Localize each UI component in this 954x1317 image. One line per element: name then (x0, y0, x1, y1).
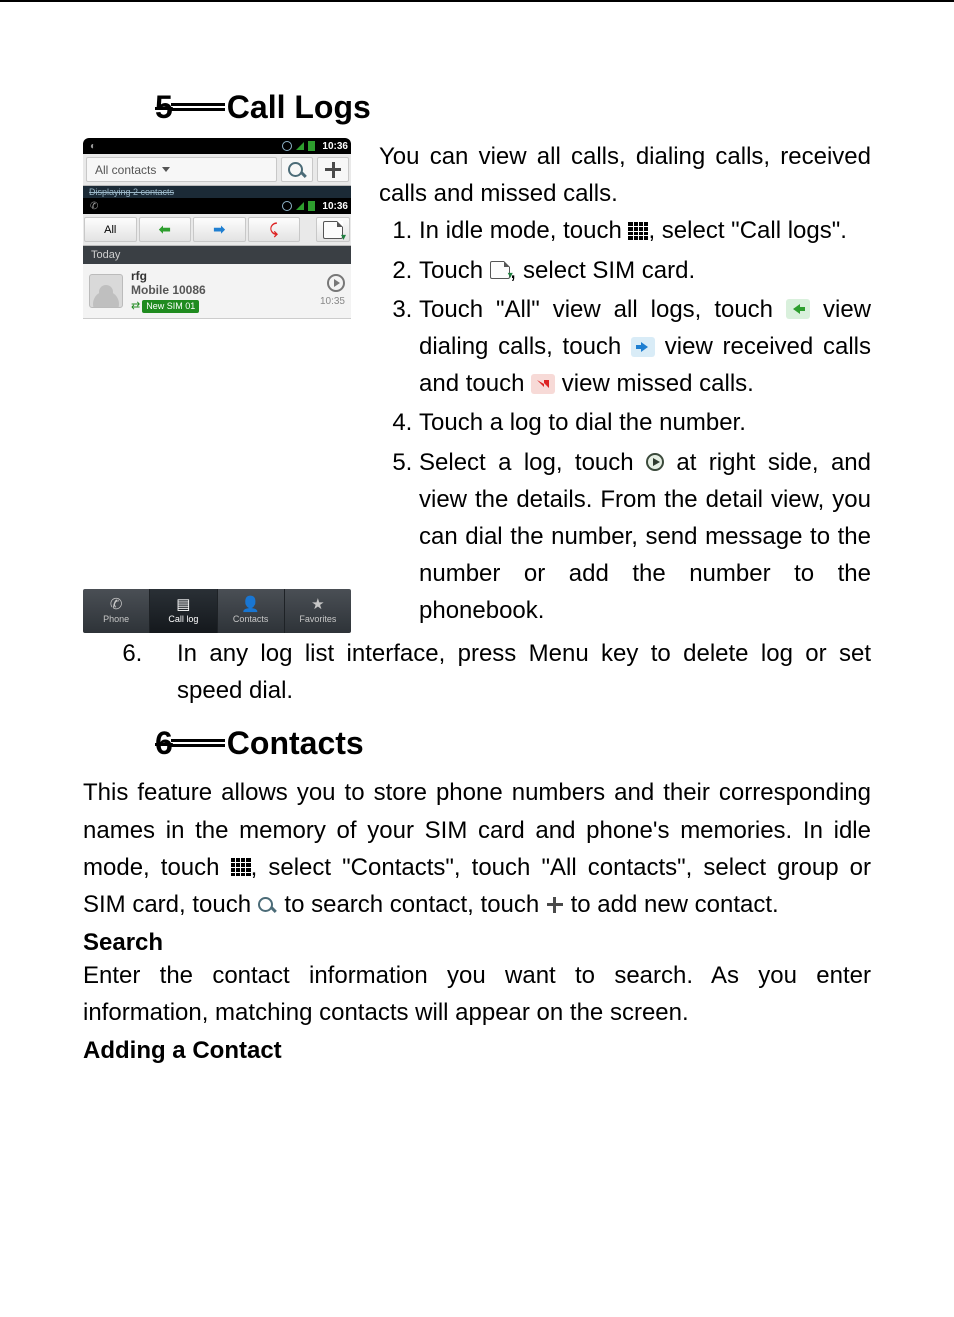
step-2-text-a: Touch (419, 257, 483, 284)
step-1-text-a: In idle mode, touch (419, 217, 622, 244)
section-5-steps: In idle mode, touch , select "Call logs"… (379, 212, 871, 629)
displaying-strip: Displaying 2 contacts (83, 186, 351, 198)
tab-all[interactable]: All (84, 217, 137, 242)
phone-screenshot: ◐ 10:36 All contacts (83, 138, 351, 633)
log-time: 10:35 (320, 296, 345, 307)
status-bar-top: ◐ 10:36 (83, 138, 351, 154)
sim-card-icon (323, 221, 343, 239)
step-1: In idle mode, touch , select "Call logs"… (419, 212, 871, 249)
log-number-text: Mobile 10086 (131, 283, 206, 297)
status-left-icon: ◐ (86, 141, 278, 152)
step-5: Select a log, touch at right side, and v… (419, 444, 871, 630)
bottom-nav: ✆ Phone ▤ Call log 👤 Contacts ★ Favorite… (83, 589, 351, 633)
step-4: Touch a log to dial the number. (419, 404, 871, 441)
tab-dialed[interactable]: ⬅ (139, 217, 192, 242)
tab-received[interactable]: ➡ (193, 217, 246, 242)
screenshot-column: ◐ 10:36 All contacts (83, 138, 351, 633)
search-body: Enter the contact information you want t… (83, 957, 871, 1031)
adding-contact-subhead: Adding a Contact (83, 1037, 871, 1065)
section-5-title: Call Logs (227, 89, 371, 125)
heading-rule-2 (171, 739, 225, 747)
log-right: 10:35 (320, 274, 345, 307)
step-3-text-a: Touch "All" view all logs, touch (419, 296, 786, 323)
contacts-icon: 👤 (241, 597, 260, 612)
section-6-title: Contacts (227, 725, 364, 761)
step-5-text-a: Select a log, touch (419, 449, 646, 476)
section-5-heading: 5Call Logs (83, 89, 871, 126)
app-grid-icon-2 (231, 858, 251, 876)
step-3-text-d: view missed calls. (562, 370, 754, 397)
step-2-text-b: , select SIM card. (510, 257, 695, 284)
status-time-top: 10:36 (319, 141, 348, 152)
sim-select-btn[interactable] (316, 217, 350, 242)
step-3: Touch "All" view all logs, touch view di… (419, 291, 871, 403)
nav-favorites[interactable]: ★ Favorites (284, 589, 351, 633)
missed-arrow-icon (531, 374, 555, 394)
search-button[interactable] (281, 157, 313, 182)
status-refresh-icon-2 (282, 201, 292, 211)
nav-contacts-label: Contacts (233, 614, 269, 624)
section-6-para-d: to add new contact. (564, 891, 779, 918)
detail-play-icon (646, 453, 664, 471)
search-icon (287, 160, 307, 180)
status-phone-icon: ✆ (86, 201, 278, 212)
section-5-intro: You can view all calls, dialing calls, r… (379, 138, 871, 212)
tab-all-label: All (104, 224, 116, 236)
log-detail-icon[interactable] (327, 274, 345, 292)
section-6-para: This feature allows you to store phone n… (83, 774, 871, 923)
nav-calllog-label: Call log (168, 614, 198, 624)
phone-icon: ✆ (110, 597, 123, 612)
sim-select-icon (490, 261, 510, 279)
section-5-steps-continued: In any log list interface, press Menu ke… (83, 635, 871, 709)
step-6: In any log list interface, press Menu ke… (149, 635, 871, 709)
status-signal-icon (296, 142, 304, 150)
dial-arrow-icon (786, 299, 810, 319)
section-5-body: ◐ 10:36 All contacts (83, 138, 871, 633)
today-header: Today (83, 246, 351, 264)
nav-phone[interactable]: ✆ Phone (83, 589, 149, 633)
nav-phone-label: Phone (103, 614, 129, 624)
all-contacts-label: All contacts (95, 163, 156, 177)
page: 5Call Logs ◐ 10:36 All contacts (0, 0, 954, 1115)
status-battery-icon (308, 141, 315, 151)
log-number: Mobile 10086 (131, 283, 320, 297)
log-row[interactable]: rfg Mobile 10086 ⇄New SIM 01 10:35 (83, 264, 351, 319)
log-filter-tabs: All ⬅ ➡ ⤹ (83, 214, 351, 246)
nav-contacts[interactable]: 👤 Contacts (217, 589, 284, 633)
search-icon-inline (258, 895, 278, 915)
app-grid-icon (628, 222, 648, 240)
nav-calllog[interactable]: ▤ Call log (149, 589, 216, 633)
received-arrow-icon (631, 337, 655, 357)
search-subhead: Search (83, 929, 871, 957)
calllog-icon: ▤ (176, 597, 190, 612)
sim-arrow-icon: ⇄ (131, 300, 140, 312)
step-1-text-b: , select "Call logs". (648, 217, 846, 244)
all-contacts-dropdown[interactable]: All contacts (86, 157, 277, 182)
section-6-para-c: to search contact, touch (278, 891, 539, 918)
status-bar-mid: ✆ 10:36 (83, 198, 351, 214)
step-2: Touch , select SIM card. (419, 252, 871, 289)
status-signal-icon-2 (296, 202, 304, 210)
plus-icon (324, 161, 342, 179)
add-button[interactable] (317, 157, 349, 182)
avatar (89, 274, 123, 308)
arrow-left-green-icon: ⬅ (159, 221, 171, 238)
section-6-heading: 6Contacts (83, 725, 871, 762)
log-details: rfg Mobile 10086 ⇄New SIM 01 (131, 269, 320, 313)
heading-rule (171, 103, 225, 111)
status-time-mid: 10:36 (319, 201, 348, 212)
status-refresh-icon (282, 141, 292, 151)
tab-missed[interactable]: ⤹ (248, 217, 301, 242)
log-name: rfg (131, 269, 320, 283)
plus-icon-inline (546, 896, 564, 914)
sim-pill: New SIM 01 (142, 300, 199, 313)
nav-fav-label: Favorites (299, 614, 336, 624)
contacts-filter-row: All contacts (83, 154, 351, 186)
arrow-missed-red-icon: ⤹ (270, 221, 278, 238)
star-icon: ★ (311, 597, 324, 612)
status-battery-icon-2 (308, 201, 315, 211)
arrow-right-blue-icon: ➡ (213, 221, 225, 238)
section-5-text: You can view all calls, dialing calls, r… (379, 138, 871, 631)
